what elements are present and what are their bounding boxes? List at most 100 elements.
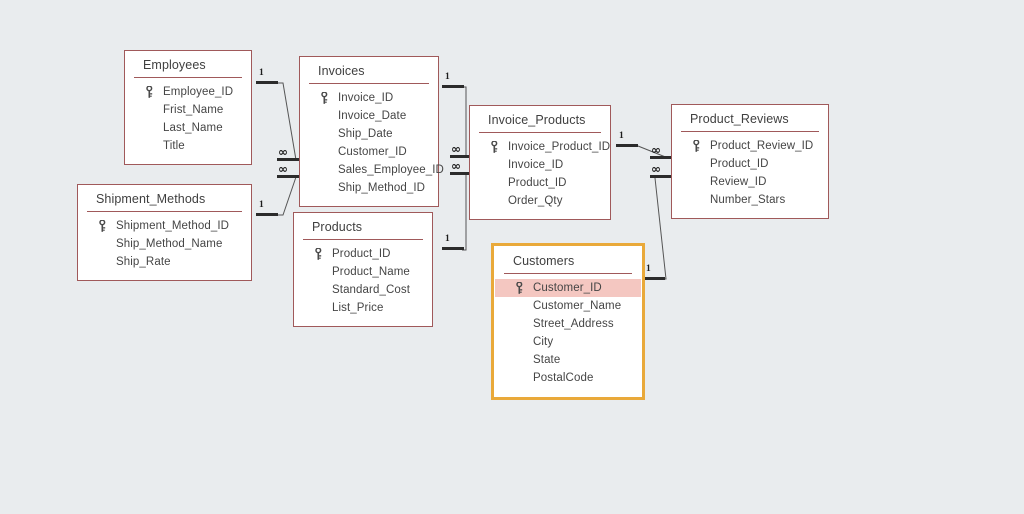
field-name: Frist_Name [163,104,224,116]
field-row[interactable]: State [495,351,641,369]
primary-key-field-row[interactable]: Shipment_Method_ID [78,217,251,235]
field-name: Ship_Date [338,128,393,140]
relationships-canvas[interactable]: 1 ∞ 1 ∞ 1 ∞ 1 ∞ 1 ∞ 1 ∞ Employees Employee_ID Frist_Na… [0,0,1024,514]
field-row[interactable]: Invoice_Date [300,107,438,125]
cardinality-one-label: 1 [445,234,450,244]
key-icon [693,140,700,152]
field-name: Street_Address [533,318,614,330]
field-row[interactable]: Sales_Employee_ID [300,161,444,179]
field-row[interactable]: Ship_Rate [78,253,251,271]
field-list: Shipment_Method_ID Ship_Method_Name Ship_R… [78,212,251,280]
table-box-shipment_methods[interactable]: Shipment_Methods Shipment_Method_ID Ship_M… [77,184,252,281]
field-row[interactable]: Product_ID [672,155,828,173]
table-title[interactable]: Employees [125,51,251,77]
field-name: Invoice_Date [338,110,407,122]
primary-key-field-row[interactable]: Product_ID [294,245,432,263]
table-box-products[interactable]: Products Product_ID Product_Name Standard_C… [293,212,433,327]
field-row[interactable]: PostalCode [495,369,641,387]
field-row[interactable]: Customer_ID [300,143,438,161]
field-row[interactable]: Title [125,137,251,155]
table-box-invoices[interactable]: Invoices Invoice_ID Invoice_Date Ship_Date C… [299,56,444,207]
field-name: State [533,354,561,366]
field-row[interactable]: Review_ID [672,173,828,191]
key-icon [146,86,153,98]
field-name: Customer_ID [338,146,407,158]
field-name: City [533,336,554,348]
field-name: Customer_ID [533,282,602,294]
endpoint-bar [256,81,278,84]
field-name: List_Price [332,302,384,314]
field-row[interactable]: Last_Name [125,119,251,137]
table-box-employees[interactable]: Employees Employee_ID Frist_Name Last_Name T… [124,50,252,165]
field-list: Product_Review_ID Product_ID Review_ID Numb… [672,132,828,218]
endpoint-bar [256,213,278,216]
field-row[interactable]: Product_ID [470,174,610,192]
field-list: Employee_ID Frist_Name Last_Name Title [125,78,251,164]
field-row[interactable]: Ship_Date [300,125,438,143]
relationship-line[interactable] [276,82,297,161]
field-list: Product_ID Product_Name Standard_Cost List_… [294,240,432,326]
table-title[interactable]: Invoices [300,57,438,83]
field-row[interactable]: Customer_Name [495,297,641,315]
cardinality-one-label: 1 [646,264,651,274]
field-name: Product_ID [508,177,567,189]
field-name: Customer_Name [533,300,622,312]
field-row[interactable]: Ship_Method_Name [78,235,251,253]
cardinality-one-label: 1 [619,131,624,141]
field-name: Order_Qty [508,195,563,207]
relationship-line[interactable] [276,176,297,216]
table-title[interactable]: Products [294,213,432,239]
field-row[interactable]: Ship_Method_ID [300,179,438,197]
cardinality-many-label: ∞ [651,143,661,157]
table-box-product_reviews[interactable]: Product_Reviews Product_Review_ID Product_… [671,104,829,219]
key-icon [491,141,498,153]
primary-key-field-row[interactable]: Employee_ID [125,83,251,101]
field-name: Ship_Method_Name [116,238,223,250]
field-name: Last_Name [163,122,223,134]
field-name: Sales_Employee_ID [338,164,444,176]
field-row[interactable]: Standard_Cost [294,281,432,299]
field-name: Product_Review_ID [710,140,814,152]
endpoint-bar [442,247,464,250]
field-name: Invoice_ID [508,159,564,171]
field-row[interactable]: Invoice_ID [470,156,610,174]
field-name: Review_ID [710,176,767,188]
field-row[interactable]: List_Price [294,299,432,317]
primary-key-field-row[interactable]: Product_Review_ID [672,137,828,155]
field-row[interactable]: City [495,333,641,351]
field-name: Number_Stars [710,194,786,206]
cardinality-one-label: 1 [445,72,450,82]
primary-key-field-row[interactable]: Customer_ID [495,279,641,297]
cardinality-many-label: ∞ [278,162,288,176]
relationship-line[interactable] [654,177,667,280]
cardinality-one-label: 1 [259,200,264,210]
field-row[interactable]: Product_Name [294,263,432,281]
table-box-customers[interactable]: Customers Customer_ID Customer_Name Street_… [491,243,645,400]
endpoint-bar [442,85,464,88]
relationship-line[interactable] [637,145,669,159]
endpoint-bar [277,158,299,161]
table-title[interactable]: Product_Reviews [672,105,828,131]
table-box-invoice_products[interactable]: Invoice_Products Invoice_Product_ID Invoic… [469,105,611,220]
field-row[interactable]: Order_Qty [470,192,610,210]
field-name: Employee_ID [163,86,234,98]
cardinality-many-label: ∞ [278,145,288,159]
field-name: Product_ID [332,248,391,260]
field-row[interactable]: Frist_Name [125,101,251,119]
field-name: Invoice_ID [338,92,394,104]
table-title[interactable]: Invoice_Products [470,106,610,132]
primary-key-field-row[interactable]: Invoice_Product_ID [470,138,610,156]
field-list: Invoice_Product_ID Invoice_ID Product_ID Or… [470,133,610,219]
table-title[interactable]: Shipment_Methods [78,185,251,211]
primary-key-field-row[interactable]: Invoice_ID [300,89,438,107]
relationship-line[interactable] [462,175,467,251]
table-title[interactable]: Customers [495,247,641,273]
relationship-line[interactable] [462,86,467,156]
key-icon [321,92,328,104]
cardinality-many-label: ∞ [451,159,461,173]
cardinality-many-label: ∞ [451,142,461,156]
field-name: Ship_Rate [116,256,171,268]
field-row[interactable]: Street_Address [495,315,641,333]
endpoint-bar [650,175,672,178]
field-row[interactable]: Number_Stars [672,191,828,209]
